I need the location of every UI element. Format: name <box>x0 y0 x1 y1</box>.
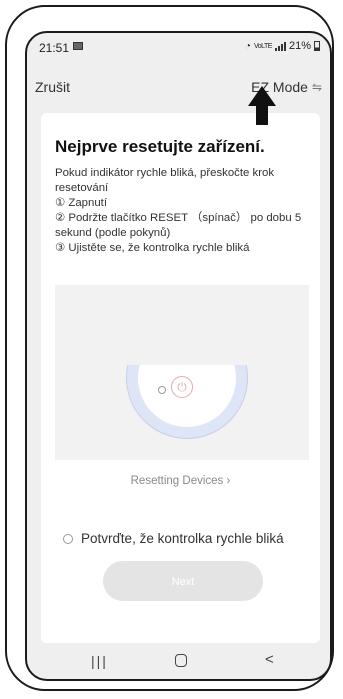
resetting-devices-label: Resetting Devices <box>130 475 224 487</box>
chevron-right-icon: › <box>226 475 231 487</box>
cancel-button[interactable]: Zrušit <box>35 79 70 95</box>
status-time: 21:51 <box>39 41 70 55</box>
power-icon: ⏻ <box>171 376 193 398</box>
instruction-line: Pokud indikátor rychle bliká, přeskočte … <box>55 167 275 194</box>
confirm-label: Potvrďte, že kontrolka rychle bliká <box>81 531 284 546</box>
signal-icon <box>274 41 286 51</box>
instructions-text: Pokud indikátor rychle bliká, přeskočte … <box>55 166 313 256</box>
battery-percent: 21% <box>288 40 311 52</box>
radio-circle-icon <box>63 533 73 544</box>
indicator-light-icon <box>158 386 166 394</box>
reset-instructions-card: Nejprve resetujte zařízení. Pokud indiká… <box>41 113 320 643</box>
swap-arrows-icon: ⇋ <box>311 80 322 94</box>
instruction-line: ③ Ujistěte se, že kontrolka rychle bliká <box>55 242 250 254</box>
recent-apps-icon[interactable]: ||| <box>91 653 108 669</box>
top-navbar: Zrušit EZ Mode ⇋ <box>27 77 330 99</box>
phone-frame: 21:51 ◔ VoLTE 21% Zrušit EZ Mode ⇋ Nejpr… <box>5 5 334 691</box>
battery-icon <box>314 41 320 51</box>
wifi-icon: ◔ <box>244 40 251 52</box>
volte-icon: VoLTE <box>253 42 273 50</box>
arrow-head <box>248 86 276 106</box>
illustration-mask <box>126 285 258 365</box>
back-icon[interactable]: < <box>265 651 274 668</box>
illustration-mask <box>248 285 309 460</box>
system-navigation-bar: ||| < <box>27 647 330 679</box>
status-icons: ◔ VoLTE 21% <box>245 40 320 52</box>
phone-screen: 21:51 ◔ VoLTE 21% Zrušit EZ Mode ⇋ Nejpr… <box>25 31 332 681</box>
gallery-icon <box>73 42 83 50</box>
home-icon[interactable] <box>175 654 187 667</box>
instruction-line: ② Podržte tlačítko RESET （spínač） po dob… <box>55 212 302 239</box>
resetting-devices-link[interactable]: Resetting Devices › <box>41 475 320 487</box>
arrow-shaft <box>256 105 268 125</box>
confirm-checkbox[interactable]: Potvrďte, že kontrolka rychle bliká <box>63 531 284 546</box>
status-bar: 21:51 ◔ VoLTE 21% <box>27 33 330 59</box>
device-illustration: ⏻ <box>55 285 309 460</box>
next-button[interactable]: Next <box>103 561 263 601</box>
instruction-line: ① Zapnutí <box>55 197 108 209</box>
page-title: Nejprve resetujte zařízení. <box>55 137 265 156</box>
